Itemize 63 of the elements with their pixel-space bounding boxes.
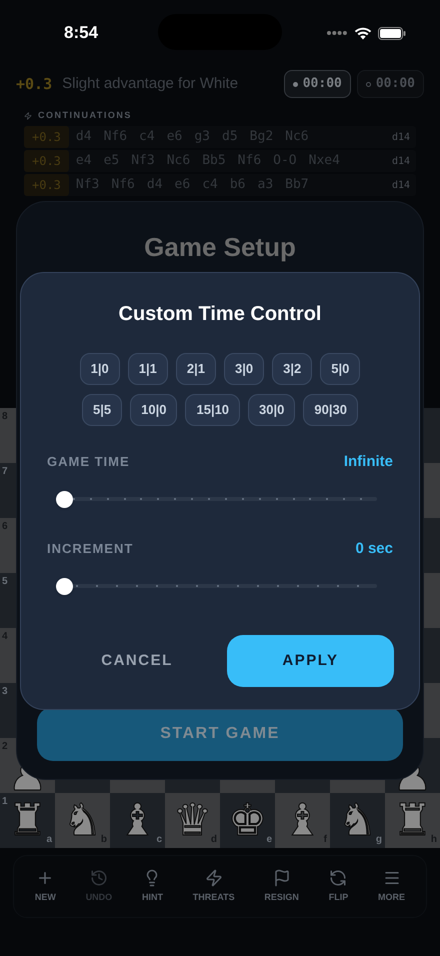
chess-piece[interactable]: ♞ [62, 798, 102, 842]
chess-piece[interactable]: ♞ [338, 798, 378, 842]
eval-score: +0.3 [16, 74, 52, 95]
toolbar-button[interactable]: THREATS [192, 868, 235, 904]
depth-label: d14 [392, 130, 410, 144]
chess-piece[interactable]: ♛ [172, 798, 212, 842]
clock: 00:00 [356, 70, 424, 98]
preset-chip[interactable]: 2|1 [176, 353, 216, 385]
preset-chip[interactable]: 10|0 [130, 394, 178, 426]
toolbar-button[interactable]: HINT [142, 868, 163, 904]
toolbar-button[interactable]: MORE [378, 868, 406, 904]
clock: 00:00 [284, 70, 351, 98]
file-label: e [266, 833, 272, 847]
toolbar-icon [90, 868, 108, 887]
chess-piece[interactable]: ♝ [282, 798, 322, 842]
wifi-icon [354, 26, 372, 40]
slider-thumb[interactable] [56, 578, 73, 594]
preset-chip[interactable]: 30|0 [248, 394, 296, 426]
chess-piece[interactable]: ♝ [118, 798, 158, 842]
file-label: g [376, 833, 382, 847]
toolbar-icon [204, 868, 223, 887]
dialog-title: Custom Time Control [118, 302, 322, 327]
setting-value: Infinite [344, 452, 393, 472]
setting-label: INCREMENT [47, 540, 134, 558]
preset-chip[interactable]: 3|0 [224, 353, 264, 385]
preset-chip[interactable]: 15|10 [185, 394, 240, 426]
section-title: CONTINUATIONS [38, 109, 132, 122]
rank-label: 3 [2, 685, 8, 699]
toolbar-button[interactable]: NEW [34, 868, 56, 904]
apply-button[interactable]: APPLY [227, 635, 394, 687]
toolbar-icon [329, 868, 348, 887]
rank-label: 1 [2, 795, 8, 809]
preset-chip[interactable]: 1|0 [80, 353, 120, 385]
slider-track[interactable] [56, 489, 377, 509]
toolbar-button[interactable]: RESIGN [264, 868, 299, 904]
preset-chip[interactable]: 3|2 [272, 353, 312, 385]
start-game-button[interactable]: START GAME [37, 707, 403, 761]
cancel-button[interactable]: CANCEL [47, 636, 227, 686]
eval-summary: Slight advantage for White [62, 74, 238, 94]
rank-label: 7 [2, 465, 8, 479]
toolbar-button[interactable]: FLIP [328, 868, 348, 904]
battery-icon [378, 26, 406, 40]
status-time: 8:54 [64, 22, 98, 44]
slider-thumb[interactable] [56, 490, 73, 508]
setting-value: 0 sec [355, 538, 393, 559]
file-label: c [156, 833, 162, 847]
preset-chip[interactable]: 90|30 [303, 394, 358, 426]
setting-label: GAME TIME [47, 453, 130, 472]
bolt-icon [24, 112, 32, 120]
depth-label: d14 [392, 154, 410, 168]
preset-chip[interactable]: 5|5 [82, 394, 122, 426]
file-label: a [46, 833, 52, 847]
slider-track[interactable] [56, 576, 377, 596]
chess-piece[interactable]: ♚ [228, 798, 268, 842]
preset-chip[interactable]: 1|1 [128, 353, 168, 385]
rank-label: 5 [2, 575, 8, 589]
preset-chip[interactable]: 5|0 [320, 353, 360, 385]
signal-icon [326, 30, 348, 36]
sheet-title: Game Setup [144, 231, 296, 264]
chess-piece[interactable]: ♜ [8, 798, 48, 842]
depth-label: d14 [392, 178, 410, 192]
toolbar-icon [272, 868, 291, 887]
chess-piece[interactable]: ♜ [392, 798, 432, 842]
